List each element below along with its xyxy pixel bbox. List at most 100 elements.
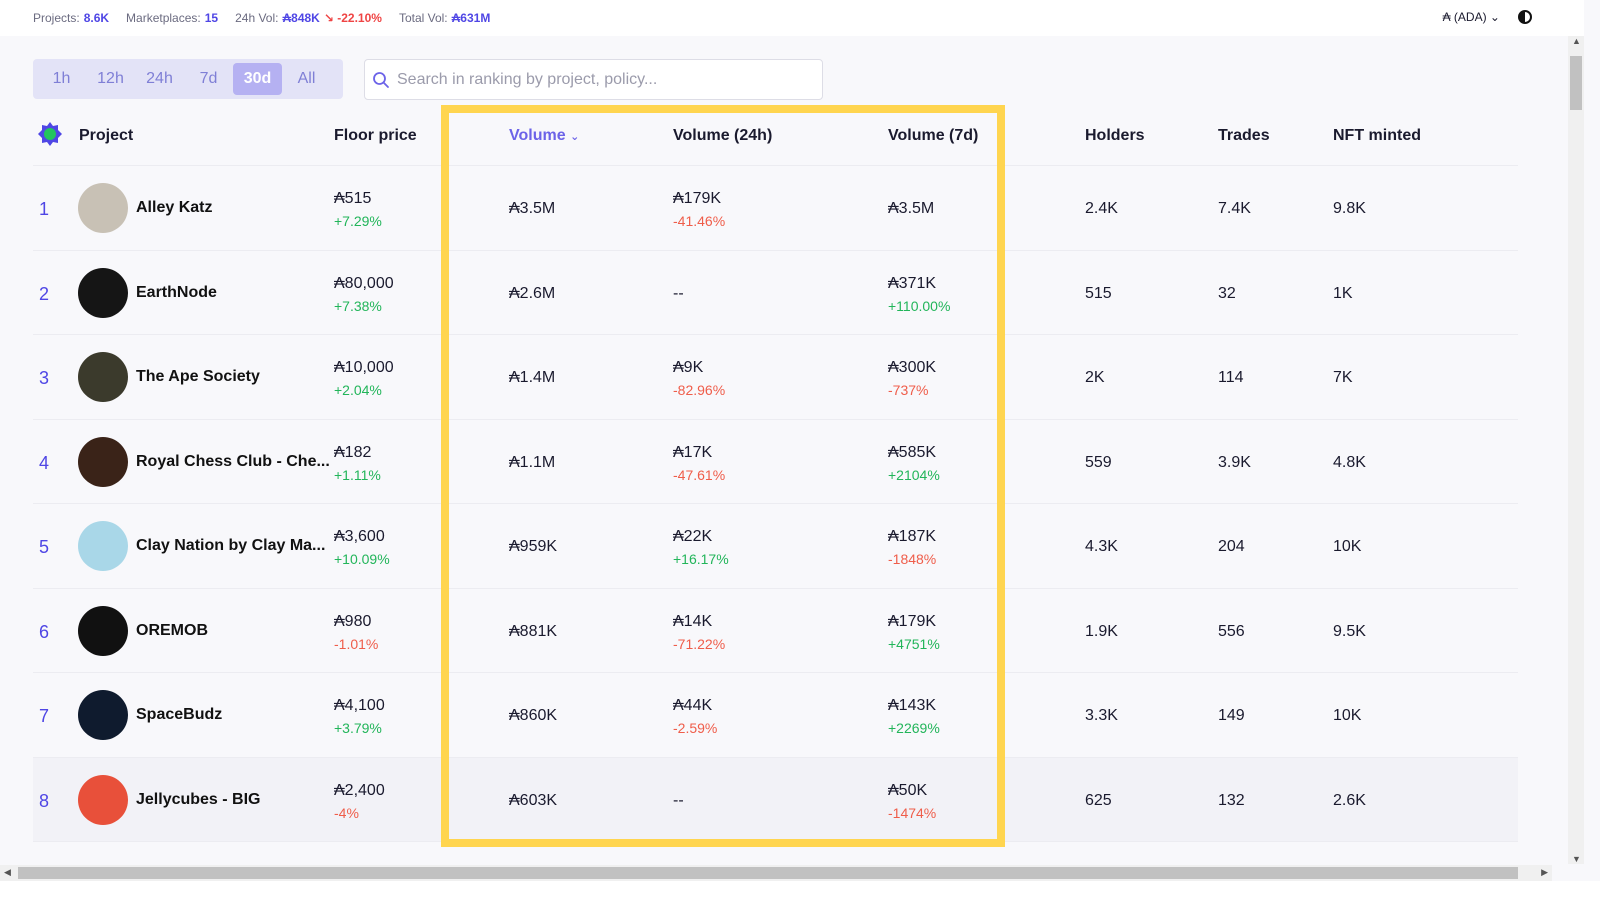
scroll-left-icon[interactable]: ◀ [4, 867, 11, 878]
total-volume-stat: Total Vol: ₳631M [398, 11, 491, 25]
project-avatar[interactable] [78, 521, 128, 571]
nft-minted-value: 9.8K [1333, 200, 1366, 217]
volume-24h-change: +16.17% [673, 551, 729, 567]
scroll-right-icon[interactable]: ▶ [1541, 867, 1548, 878]
horizontal-scroll-thumb[interactable] [18, 867, 1518, 879]
holders-value: 1.9K [1085, 622, 1118, 640]
trades-value: 132 [1218, 791, 1245, 809]
volume-24h-value: -- [673, 791, 684, 809]
project-avatar[interactable] [78, 774, 128, 825]
volume-24h-value: ₳44K [673, 697, 713, 714]
volume-7d-value: ₳143K [888, 697, 937, 714]
project-name[interactable]: Clay Nation by Clay Ma... [136, 537, 325, 555]
table-row[interactable]: 8 Jellycubes - BIG ₳2,400 -4% ₳603K -- ₳50… [33, 757, 1518, 842]
trades-value: 149 [1218, 707, 1245, 724]
volume-7d-change: +2104% [888, 466, 940, 483]
volume-7d-value: ₳371K [888, 274, 937, 292]
header-volume-24h[interactable]: Volume (24h) [673, 127, 772, 145]
table-row[interactable]: 3 The Ape Society ₳10,000 +2.04% ₳1.4M ₳9… [33, 335, 1518, 420]
scroll-up-icon[interactable]: ▲ [1572, 36, 1581, 46]
project-avatar[interactable] [78, 436, 128, 487]
project-avatar[interactable] [78, 352, 128, 402]
rank-number: 5 [39, 537, 50, 557]
volume-24h-stat: 24h Vol: ₳848K ↘ -22.10% [235, 11, 382, 25]
volume-value: ₳1.4M [509, 369, 556, 386]
search-box[interactable] [364, 59, 823, 100]
period-button-12h[interactable]: 12h [86, 63, 135, 95]
scroll-down-icon[interactable]: ▼ [1572, 854, 1581, 864]
volume-24h-change: -82.96% [673, 382, 726, 398]
volume-value: ₳959K [509, 538, 558, 555]
period-button-all[interactable]: All [282, 63, 331, 95]
volume-7d-change: -1848% [888, 551, 937, 567]
table-row[interactable]: 7 SpaceBudz ₳4,100 +3.79% ₳860K ₳44K -2.5… [33, 673, 1518, 758]
rank-number: 2 [39, 283, 50, 304]
floor-price-value: ₳515 [334, 190, 372, 207]
holders-value: 2.4K [1085, 200, 1118, 217]
header-floor-price[interactable]: Floor price [334, 127, 417, 145]
volume-value: ₳860K [509, 707, 558, 724]
floor-price-change: +7.29% [334, 213, 382, 229]
volume-24h-value: ₳22K [673, 528, 713, 545]
volume-7d-value: ₳179K [888, 612, 937, 630]
trades-value: 556 [1218, 622, 1245, 640]
header-trades[interactable]: Trades [1218, 127, 1270, 145]
floor-price-value: ₳980 [334, 612, 372, 630]
rank-number: 6 [39, 621, 50, 642]
project-avatar[interactable] [78, 267, 128, 318]
table-row[interactable]: 4 Royal Chess Club - Che... ₳182 +1.11% ₳… [33, 420, 1518, 504]
rank-number: 4 [39, 452, 50, 473]
volume-24h-change: -71.22% [673, 635, 726, 652]
project-name[interactable]: SpaceBudz [136, 706, 222, 724]
trades-value: 114 [1218, 369, 1244, 386]
vertical-scrollbar[interactable]: ▲ ▼ [1568, 36, 1584, 864]
search-input[interactable] [397, 70, 822, 89]
period-button-7d[interactable]: 7d [184, 63, 233, 95]
floor-price-value: ₳4,100 [334, 697, 385, 714]
table-row[interactable]: 1 Alley Katz ₳515 +7.29% ₳3.5M ₳179K -41.… [33, 166, 1518, 251]
floor-price-change: +2.04% [334, 382, 382, 398]
chevron-down-icon: ⌄ [570, 131, 580, 143]
vertical-scroll-thumb[interactable] [1570, 56, 1582, 110]
search-icon [369, 68, 393, 92]
period-button-1h[interactable]: 1h [37, 63, 86, 95]
table-row[interactable]: 2 EarthNode ₳80,000 +7.38% ₳2.6M -- ₳371K … [33, 251, 1518, 335]
period-button-24h[interactable]: 24h [135, 63, 184, 95]
holders-value: 625 [1085, 791, 1112, 809]
project-name[interactable]: EarthNode [136, 284, 217, 302]
project-name[interactable]: Jellycubes - BIG [136, 791, 261, 809]
volume-24h-value: ₳9K [673, 359, 704, 376]
volume-7d-change: -737% [888, 382, 929, 398]
volume-7d-change: +110.00% [888, 297, 951, 314]
table-row[interactable]: 6 OREMOB ₳980 -1.01% ₳881K ₳14K -71.22% ₳… [33, 589, 1518, 673]
holders-value: 3.3K [1085, 707, 1118, 724]
volume-7d-value: ₳3.5M [888, 200, 935, 217]
project-avatar[interactable] [78, 690, 128, 740]
project-avatar[interactable] [78, 605, 128, 656]
horizontal-scrollbar[interactable]: ◀ ▶ [0, 865, 1552, 881]
project-avatar[interactable] [78, 183, 128, 233]
rank-number: 8 [39, 790, 50, 811]
table-row[interactable]: 5 Clay Nation by Clay Ma... ₳3,600 +10.09… [33, 504, 1518, 589]
project-name[interactable]: Royal Chess Club - Che... [136, 453, 330, 471]
project-name[interactable]: Alley Katz [136, 199, 212, 217]
project-name[interactable]: OREMOB [136, 622, 208, 640]
header-holders[interactable]: Holders [1085, 127, 1145, 145]
header-volume-7d[interactable]: Volume (7d) [888, 127, 978, 145]
theme-toggle-icon[interactable] [1518, 10, 1532, 24]
period-button-30d[interactable]: 30d [233, 63, 282, 95]
floor-price-value: ₳3,600 [334, 528, 385, 545]
trades-value: 3.9K [1218, 453, 1251, 471]
currency-selector[interactable]: ₳ (ADA) ⌄ [1443, 10, 1500, 24]
trades-value: 7.4K [1218, 200, 1251, 217]
floor-price-change: +10.09% [334, 551, 390, 567]
project-name[interactable]: The Ape Society [136, 368, 260, 386]
header-project[interactable]: Project [79, 127, 133, 145]
stats-bar: Projects: 8.6K Marketplaces: 15 24h Vol: ₳8… [0, 0, 1584, 36]
trades-value: 204 [1218, 538, 1245, 555]
volume-7d-value: ₳300K [888, 359, 937, 376]
header-volume[interactable]: Volume ⌄ [509, 127, 579, 145]
nft-minted-value: 4.8K [1333, 453, 1366, 471]
holders-value: 4.3K [1085, 538, 1118, 555]
header-nft-minted[interactable]: NFT minted [1333, 127, 1421, 145]
